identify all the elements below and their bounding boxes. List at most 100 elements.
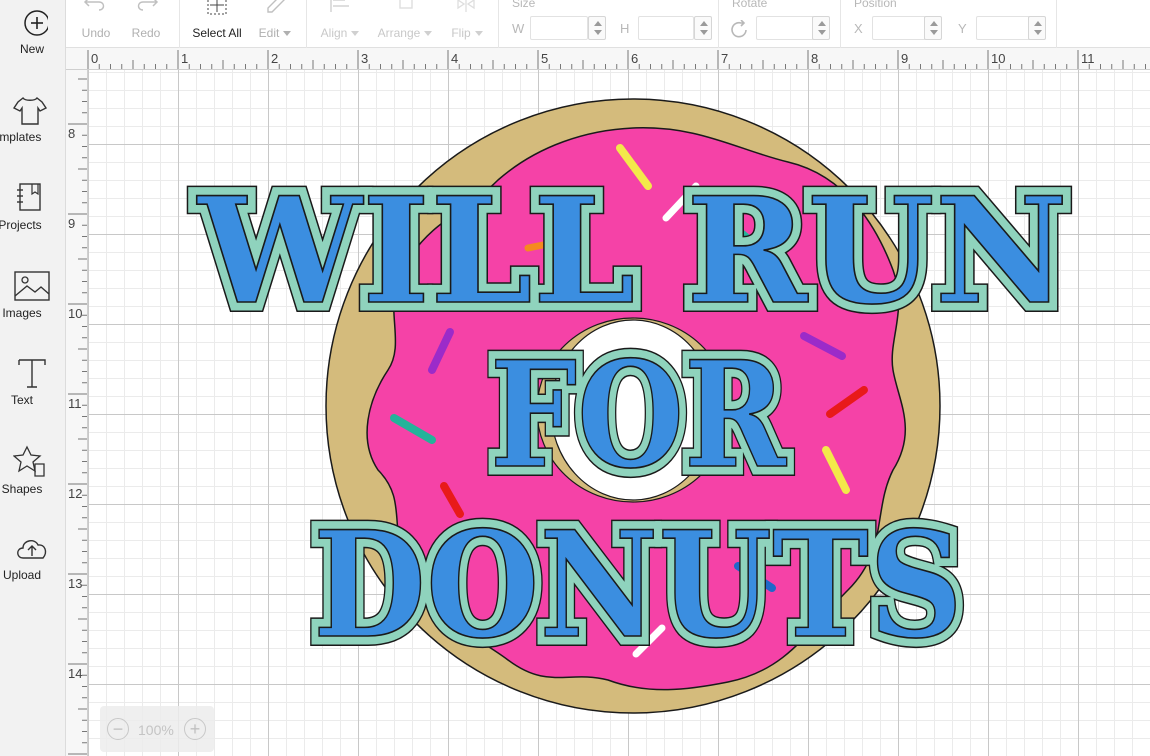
- ruler-number: 6: [631, 51, 639, 66]
- donut-design[interactable]: WILL RUN WILL RUN WILL RUN FOR FOR FOR D…: [88, 70, 1150, 756]
- image-icon: [14, 271, 50, 301]
- toolbar-divider: [840, 0, 841, 48]
- ruler-number: 9: [901, 51, 909, 66]
- sidebar-item-templates[interactable]: Templates: [0, 94, 66, 144]
- sidebar-item-projects[interactable]: Projects: [0, 182, 66, 232]
- ruler-number: 0: [91, 51, 99, 66]
- zoom-control: − 100% +: [100, 706, 214, 752]
- undo-icon: [83, 0, 105, 11]
- select-all-button[interactable]: Select All: [186, 0, 248, 48]
- redo-icon: [137, 0, 159, 11]
- sidebar-label-images: Images: [2, 306, 42, 320]
- position-label: Position: [854, 0, 897, 10]
- position-x-input[interactable]: [872, 16, 926, 40]
- rotate-label: Rotate: [732, 0, 768, 10]
- zoom-in-button[interactable]: +: [184, 718, 206, 740]
- arrange-label-wrap: Arrange: [372, 26, 438, 40]
- arrange-dropdown[interactable]: Arrange: [372, 0, 438, 48]
- ruler-number: 11: [1081, 51, 1095, 66]
- height-stepper[interactable]: [694, 16, 712, 40]
- ruler-number: 14: [68, 666, 83, 681]
- ruler-number: 5: [541, 51, 549, 66]
- left-sidebar: New Templates Projects Images Text: [0, 0, 66, 756]
- flip-icon: [457, 0, 475, 12]
- zoom-out-button[interactable]: −: [107, 718, 129, 740]
- top-toolbar: Undo Redo Select All Edit Align Arrange: [66, 0, 1150, 48]
- ruler-horizontal: 0 1 2 3 4 5 6 7 8 9 10 11: [66, 48, 1150, 70]
- ruler-ticks: [68, 78, 87, 755]
- chevron-down-icon: [424, 31, 433, 37]
- select-all-icon: [207, 0, 227, 15]
- shirt-icon: [13, 96, 48, 125]
- edit-dropdown[interactable]: Edit: [252, 0, 298, 48]
- ruler-number: 8: [68, 126, 76, 141]
- sidebar-item-text[interactable]: Text: [0, 357, 66, 407]
- width-input[interactable]: [530, 16, 588, 40]
- text-icon: [18, 359, 46, 388]
- size-label: Size: [512, 0, 536, 10]
- ruler-number: 10: [68, 306, 83, 321]
- position-x-stepper[interactable]: [924, 16, 942, 40]
- toolbar-divider: [498, 0, 499, 48]
- text-line2: FOR: [490, 330, 787, 501]
- toolbar-divider: [306, 0, 307, 48]
- sidebar-label-projects: Projects: [0, 218, 42, 232]
- toolbar-divider: [1056, 0, 1057, 48]
- chevron-down-icon: [351, 31, 360, 37]
- rotate-stepper[interactable]: [812, 16, 830, 40]
- design-canvas[interactable]: WILL RUN WILL RUN WILL RUN FOR FOR FOR D…: [88, 70, 1150, 756]
- position-y-stepper[interactable]: [1028, 16, 1046, 40]
- height-input[interactable]: [638, 16, 694, 40]
- ruler-number: 7: [721, 51, 729, 66]
- chevron-down-icon: [474, 31, 483, 37]
- width-stepper[interactable]: [588, 16, 606, 40]
- ruler-number: 10: [991, 51, 1006, 66]
- sidebar-label-templates: Templates: [0, 130, 42, 144]
- edit-label-wrap: Edit: [252, 26, 298, 40]
- shapes-icon: [13, 445, 45, 477]
- ruler-number: 9: [68, 216, 76, 231]
- ruler-number: 12: [68, 486, 83, 501]
- cloud-upload-icon: [17, 540, 47, 559]
- ruler-number: 8: [811, 51, 819, 66]
- flip-label-wrap: Flip: [444, 26, 490, 40]
- zoom-level: 100%: [138, 722, 174, 738]
- edit-label: Edit: [258, 26, 280, 40]
- sidebar-item-images[interactable]: Images: [0, 270, 66, 320]
- sidebar-item-upload[interactable]: Upload: [0, 532, 66, 582]
- flip-label: Flip: [451, 26, 471, 40]
- text-line1: WILL RUN: [196, 166, 1068, 337]
- book-icon: [17, 183, 41, 211]
- toolbar-divider: [718, 0, 719, 48]
- toolbar-divider: [179, 0, 180, 48]
- redo-label: Redo: [131, 26, 161, 40]
- sidebar-item-shapes[interactable]: Shapes: [0, 444, 66, 496]
- sidebar-item-new[interactable]: New: [0, 8, 66, 56]
- ruler-number: 13: [68, 576, 83, 591]
- align-icon: [330, 0, 349, 12]
- chevron-down-icon: [283, 31, 292, 37]
- text-line3: DONUTS: [313, 500, 963, 671]
- redo-button[interactable]: Redo: [126, 0, 166, 48]
- undo-button[interactable]: Undo: [76, 0, 116, 48]
- plus-circle-icon: [24, 10, 48, 36]
- ruler-number: 4: [451, 51, 459, 66]
- flip-dropdown[interactable]: Flip: [444, 0, 490, 48]
- x-label: X: [854, 21, 863, 36]
- ruler-ticks: [87, 50, 1146, 69]
- y-label: Y: [958, 21, 967, 36]
- position-y-input[interactable]: [976, 16, 1030, 40]
- align-dropdown[interactable]: Align: [314, 0, 366, 48]
- select-all-label: Select All: [192, 26, 242, 40]
- arrange-label: Arrange: [377, 26, 421, 40]
- sidebar-label-upload: Upload: [2, 568, 42, 582]
- align-label-wrap: Align: [314, 26, 366, 40]
- h-label: H: [620, 21, 630, 36]
- sidebar-label-text: Text: [10, 393, 33, 407]
- sidebar-label-shapes: Shapes: [1, 482, 43, 496]
- sidebar-label-new: New: [19, 42, 44, 56]
- align-label: Align: [320, 26, 348, 40]
- ruler-number: 11: [68, 396, 82, 411]
- rotate-input[interactable]: [756, 16, 814, 40]
- ruler-number: 2: [271, 51, 279, 66]
